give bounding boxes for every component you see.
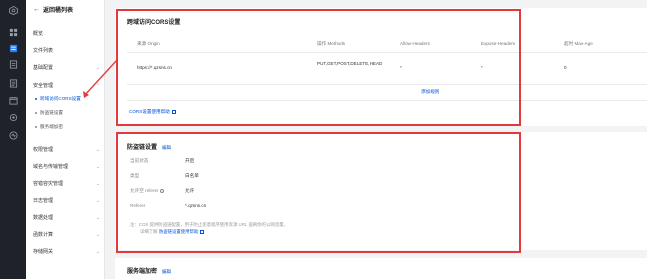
chevron-down-icon: ⌄ bbox=[95, 146, 100, 153]
chevron-up-icon: ⌃ bbox=[95, 82, 100, 89]
sidebar-item-logs[interactable]: 日志管理 ⌄ bbox=[33, 197, 103, 205]
gear-icon[interactable] bbox=[8, 112, 18, 122]
arrow-left-icon: ← bbox=[33, 6, 40, 13]
sidebar-item-permissions[interactable]: 权限管理 ⌄ bbox=[33, 146, 103, 154]
sidebar-subitem-hotlink[interactable]: 防盗链设置 bbox=[35, 110, 63, 116]
sidebar-item-storage-gateway[interactable]: 存储网关 ⌄ bbox=[33, 248, 103, 256]
back-to-bucket-list[interactable]: ← 返回桶列表 bbox=[33, 5, 73, 14]
sidebar-item-basic-config[interactable]: 基础配置 ⌄ bbox=[33, 64, 103, 72]
cors-max-age-cell: 0 bbox=[564, 65, 567, 70]
bullet-icon bbox=[35, 98, 37, 100]
sidebar-subitem-cors[interactable]: 跨域访问CORS设置 bbox=[35, 96, 81, 102]
col-max-age: 超时 Max-Age bbox=[564, 41, 593, 46]
chevron-down-icon: ⌄ bbox=[95, 231, 100, 238]
sidebar-item-disaster[interactable]: 容错容灾管理 ⌄ bbox=[33, 180, 103, 188]
chevron-down-icon: ⌄ bbox=[95, 163, 100, 170]
document-icon[interactable] bbox=[8, 59, 18, 69]
sidebar-item-security[interactable]: 安全管理 ⌃ bbox=[33, 82, 103, 90]
sidebar-subitem-encryption[interactable]: 服务端加密 bbox=[35, 124, 63, 130]
icon-rail bbox=[0, 0, 26, 279]
logo-icon[interactable] bbox=[8, 5, 18, 15]
sidebar-item-file-list[interactable]: 文件列表 bbox=[33, 47, 103, 54]
hotlink-highlight-box bbox=[116, 132, 521, 253]
grid-icon[interactable] bbox=[8, 27, 18, 37]
chevron-down-icon: ⌄ bbox=[95, 214, 100, 221]
chevron-down-icon: ⌄ bbox=[95, 248, 100, 255]
chevron-down-icon: ⌄ bbox=[95, 197, 100, 204]
sidebar: ← 返回桶列表 概览 文件列表 基础配置 ⌄ 安全管理 ⌃ 跨域访问CORS设置 防… bbox=[26, 0, 105, 279]
chevron-down-icon: ⌄ bbox=[95, 180, 100, 187]
encryption-title: 服务端加密 编辑 bbox=[127, 269, 172, 275]
bullet-icon bbox=[35, 112, 37, 114]
encryption-edit-link[interactable]: 编辑 bbox=[162, 269, 171, 274]
cors-highlight-box bbox=[116, 9, 521, 126]
chevron-down-icon: ⌄ bbox=[95, 64, 100, 71]
bullet-icon bbox=[35, 126, 37, 128]
main-content: 跨域访问CORS设置 来源 Origin 操作 Methods Allow-He… bbox=[105, 0, 647, 279]
sidebar-item-domain[interactable]: 域名与传输管理 ⌄ bbox=[33, 163, 103, 171]
encryption-card: 服务端加密 编辑 bbox=[115, 258, 647, 279]
calendar-icon[interactable] bbox=[8, 95, 18, 105]
monitor-icon[interactable] bbox=[8, 130, 18, 140]
sidebar-item-functions[interactable]: 函数计算 ⌄ bbox=[33, 231, 103, 239]
sidebar-item-overview[interactable]: 概览 bbox=[33, 30, 103, 37]
storage-icon[interactable] bbox=[8, 43, 18, 53]
sidebar-item-data-processing[interactable]: 数据处理 ⌄ bbox=[33, 214, 103, 222]
doc-list-icon[interactable] bbox=[8, 78, 18, 88]
